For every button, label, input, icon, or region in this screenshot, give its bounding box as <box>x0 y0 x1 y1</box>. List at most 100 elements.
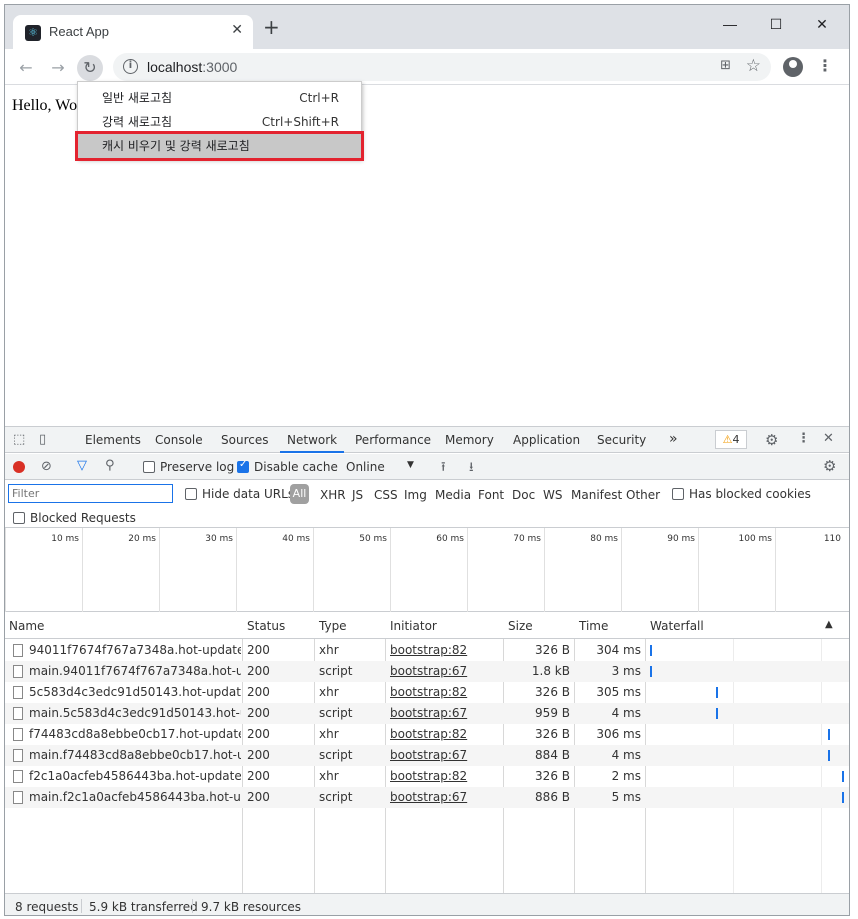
info-icon[interactable]: i <box>123 59 138 74</box>
row-time: 4 ms <box>611 706 641 720</box>
inspect-element-icon[interactable]: ⬚ <box>13 432 25 447</box>
row-name: f74483cd8a8ebbe0cb17.hot-update.js... <box>29 727 241 741</box>
kebab-menu-icon[interactable]: ⋮ <box>817 56 833 75</box>
filter-type-xhr[interactable]: XHR <box>320 488 346 502</box>
translate-icon[interactable]: ⊞ <box>720 58 731 73</box>
column-header-size[interactable]: Size <box>508 619 533 633</box>
status-bar: 8 requests 5.9 kB transferred 9.7 kB res… <box>5 893 849 915</box>
hide-data-urls-checkbox[interactable] <box>185 488 197 500</box>
minimize-button[interactable]: — <box>707 11 753 37</box>
grid-line <box>621 528 622 612</box>
preserve-log-checkbox[interactable] <box>143 461 155 473</box>
tab-close-icon[interactable]: ✕ <box>231 22 243 38</box>
filter-input[interactable] <box>8 484 173 503</box>
column-header-type[interactable]: Type <box>319 619 347 633</box>
row-initiator[interactable]: bootstrap:82 <box>390 682 498 703</box>
table-row[interactable]: 5c583d4c3edc91d50143.hot-update.j... 200 x… <box>5 682 849 703</box>
menu-item-hard-reload[interactable]: 강력 새로고침 Ctrl+Shift+R <box>78 110 361 134</box>
status-divider <box>81 899 82 913</box>
tab-memory[interactable]: Memory <box>445 433 494 447</box>
row-initiator[interactable]: bootstrap:82 <box>390 766 498 787</box>
url-host: localhost <box>147 59 203 75</box>
tab-security[interactable]: Security <box>597 433 646 447</box>
row-type: script <box>319 706 353 720</box>
row-initiator[interactable]: bootstrap:67 <box>390 661 498 682</box>
tab-performance[interactable]: Performance <box>355 433 431 447</box>
filter-type-doc[interactable]: Doc <box>512 488 535 502</box>
timeline-overview[interactable]: 10 ms 20 ms 30 ms 40 ms 50 ms 60 ms 70 m… <box>5 528 849 612</box>
filter-type-css[interactable]: CSS <box>374 488 398 502</box>
table-row[interactable]: 94011f7674f767a7348a.hot-update.js... 200… <box>5 640 849 661</box>
filter-type-img[interactable]: Img <box>404 488 427 502</box>
filter-type-media[interactable]: Media <box>435 488 471 502</box>
filter-funnel-icon[interactable]: ▽ <box>77 458 87 473</box>
column-header-name[interactable]: Name <box>9 619 44 633</box>
disable-cache-checkbox[interactable] <box>237 459 249 473</box>
profile-icon[interactable] <box>783 57 803 77</box>
request-count: 8 requests <box>15 900 79 914</box>
column-header-waterfall[interactable]: Waterfall <box>650 619 704 633</box>
table-row[interactable]: main.f2c1a0acfeb4586443ba.hot-upd... 200 s… <box>5 787 849 808</box>
disable-cache-label: Disable cache <box>254 460 338 474</box>
address-bar[interactable]: i localhost:3000 ⊞ ☆ <box>113 53 771 81</box>
chevron-down-icon[interactable]: ▼ <box>407 460 414 470</box>
requests-table: Name Status Type Initiator Size Time Wat… <box>5 612 849 893</box>
warning-badge[interactable]: ⚠4 <box>715 430 747 449</box>
forward-arrow-icon[interactable]: → <box>45 55 71 81</box>
row-name: 94011f7674f767a7348a.hot-update.js... <box>29 643 241 657</box>
filter-type-other[interactable]: Other <box>626 488 660 502</box>
close-window-button[interactable]: ✕ <box>799 11 845 37</box>
tab-network[interactable]: Network <box>287 433 337 447</box>
devtools-close-icon[interactable]: ✕ <box>823 431 834 446</box>
export-har-icon[interactable]: ⭳ <box>469 458 474 480</box>
reload-icon[interactable]: ↻ <box>77 55 103 81</box>
back-arrow-icon[interactable]: ← <box>13 55 39 81</box>
filter-type-all[interactable]: All <box>290 484 309 504</box>
row-initiator[interactable]: bootstrap:67 <box>390 703 498 724</box>
row-initiator[interactable]: bootstrap:67 <box>390 745 498 766</box>
has-blocked-cookies-checkbox[interactable] <box>672 488 684 500</box>
browser-tab[interactable]: ⚛ React App ✕ <box>13 15 253 49</box>
maximize-button[interactable]: ☐ <box>753 11 799 37</box>
device-toolbar-icon[interactable]: ▯ <box>39 432 46 447</box>
table-row[interactable]: main.f74483cd8a8ebbe0cb17.hot-up... 200 sc… <box>5 745 849 766</box>
menu-item-empty-cache-hard-reload[interactable]: 캐시 비우기 및 강력 새로고침 <box>75 131 364 161</box>
row-size: 959 B <box>535 706 570 720</box>
search-icon[interactable]: ⚲ <box>105 458 115 473</box>
table-row[interactable]: f74483cd8a8ebbe0cb17.hot-update.js... 200… <box>5 724 849 745</box>
row-initiator[interactable]: bootstrap:82 <box>390 640 498 661</box>
table-row[interactable]: main.94011f7674f767a7348a.hot-upd... 200 s… <box>5 661 849 682</box>
devtools-kebab-icon[interactable]: ⋮ <box>797 431 810 446</box>
new-tab-button[interactable]: + <box>263 17 280 37</box>
sort-up-icon[interactable]: ▲ <box>825 619 833 630</box>
filter-type-manifest[interactable]: Manifest <box>571 488 622 502</box>
menu-item-normal-reload[interactable]: 일반 새로고침 Ctrl+R <box>78 86 361 110</box>
filter-type-js[interactable]: JS <box>352 488 363 502</box>
row-time: 305 ms <box>596 685 641 699</box>
column-header-status[interactable]: Status <box>247 619 285 633</box>
tab-console[interactable]: Console <box>155 433 203 447</box>
column-header-initiator[interactable]: Initiator <box>390 619 437 633</box>
record-icon[interactable] <box>13 461 25 473</box>
tab-elements[interactable]: Elements <box>85 433 141 447</box>
throttle-select[interactable]: Online <box>346 460 385 474</box>
column-header-time[interactable]: Time <box>579 619 608 633</box>
settings-gear-icon[interactable]: ⚙ <box>765 431 778 449</box>
table-row[interactable]: f2c1a0acfeb4586443ba.hot-update.json 200 x… <box>5 766 849 787</box>
filter-type-ws[interactable]: WS <box>543 488 562 502</box>
table-row[interactable]: main.5c583d4c3edc91d50143.hot-up... 200 sc… <box>5 703 849 724</box>
import-har-icon[interactable]: ⭱ <box>441 458 446 480</box>
row-initiator[interactable]: bootstrap:82 <box>390 724 498 745</box>
menu-item-label: 일반 새로고침 <box>102 91 173 105</box>
star-icon[interactable]: ☆ <box>746 56 761 76</box>
tab-sources[interactable]: Sources <box>221 433 268 447</box>
row-initiator[interactable]: bootstrap:67 <box>390 787 498 808</box>
filter-type-font[interactable]: Font <box>478 488 504 502</box>
document-icon <box>13 791 23 804</box>
more-tabs-icon[interactable]: » <box>669 431 678 447</box>
url-text[interactable]: localhost:3000 <box>147 59 237 75</box>
network-settings-gear-icon[interactable]: ⚙ <box>823 457 836 475</box>
clear-icon[interactable]: ⊘ <box>41 459 52 474</box>
blocked-requests-checkbox[interactable] <box>13 512 25 524</box>
tab-application[interactable]: Application <box>513 433 580 447</box>
